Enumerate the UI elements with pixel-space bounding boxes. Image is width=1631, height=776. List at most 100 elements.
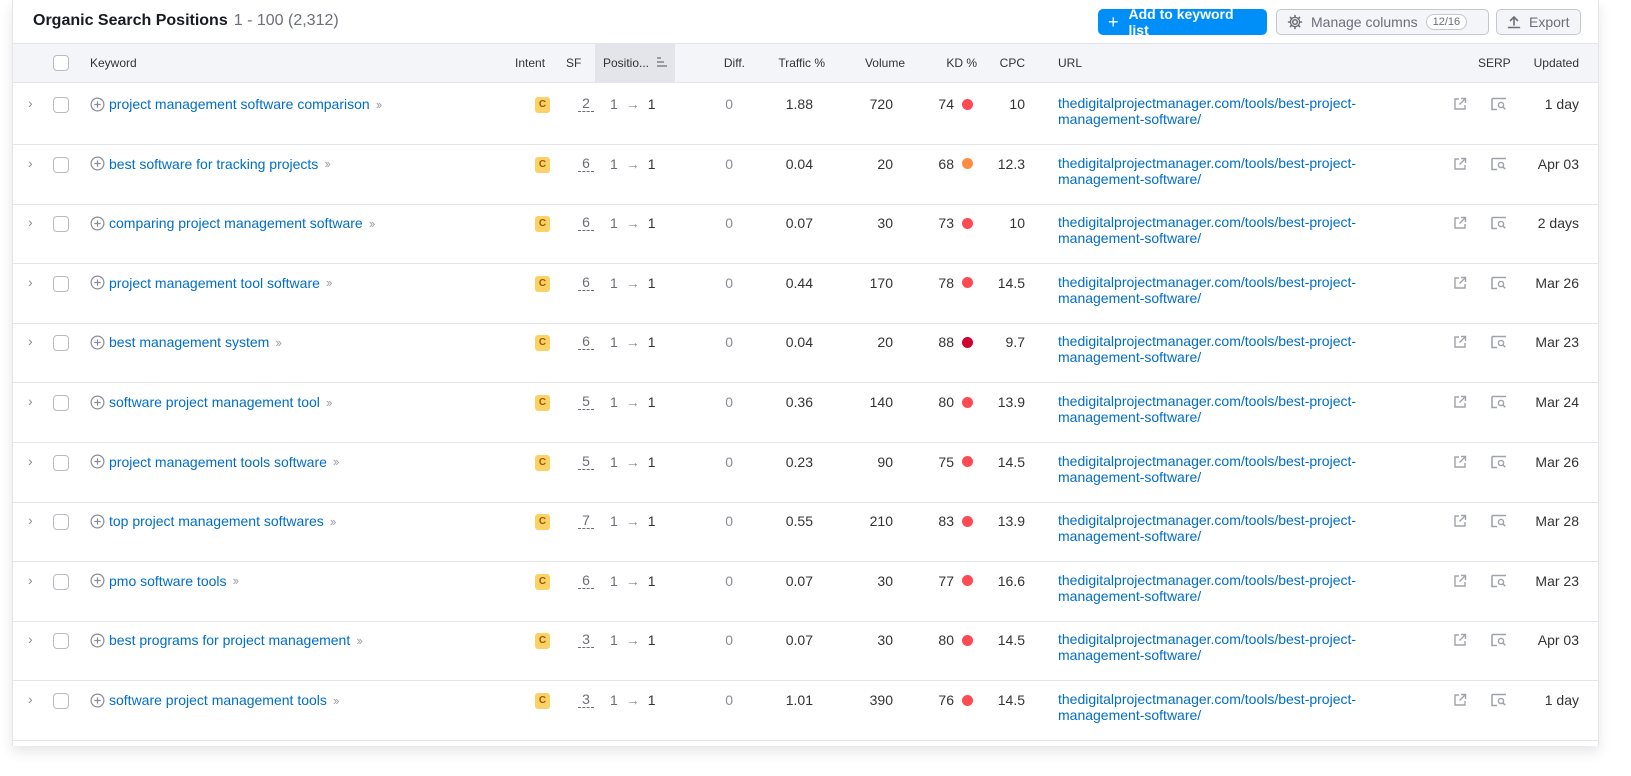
- serp-features-count[interactable]: 6: [578, 572, 594, 589]
- keyword-overview-icon[interactable]: ››: [326, 395, 333, 410]
- serp-features-count[interactable]: 6: [578, 334, 594, 351]
- col-traffic[interactable]: Traffic %: [778, 44, 825, 82]
- serp-preview-icon[interactable]: [1491, 633, 1507, 650]
- keyword-link[interactable]: project management tool software: [109, 275, 320, 291]
- keyword-link[interactable]: software project management tools: [109, 692, 327, 708]
- expand-chevron-icon[interactable]: ›: [28, 95, 33, 111]
- row-checkbox[interactable]: [53, 514, 69, 531]
- serp-preview-icon[interactable]: [1491, 276, 1507, 293]
- row-checkbox[interactable]: [53, 97, 69, 113]
- row-checkbox[interactable]: [53, 395, 69, 411]
- keyword-link[interactable]: software project management tool: [109, 394, 320, 410]
- expand-chevron-icon[interactable]: ›: [28, 393, 33, 409]
- url-link[interactable]: thedigitalprojectmanager.com/tools/best-…: [1058, 155, 1418, 187]
- url-link[interactable]: thedigitalprojectmanager.com/tools/best-…: [1058, 274, 1418, 306]
- serp-preview-icon[interactable]: [1491, 693, 1507, 710]
- url-link[interactable]: thedigitalprojectmanager.com/tools/best-…: [1058, 512, 1418, 544]
- serp-features-count[interactable]: 7: [578, 513, 594, 530]
- serp-features-count[interactable]: 5: [578, 453, 594, 470]
- col-volume[interactable]: Volume: [865, 44, 905, 82]
- external-link-icon[interactable]: [1453, 335, 1467, 352]
- add-circle-icon[interactable]: [90, 275, 105, 290]
- serp-features-count[interactable]: 2: [578, 96, 594, 112]
- external-link-icon[interactable]: [1453, 157, 1467, 174]
- external-link-icon[interactable]: [1453, 455, 1467, 472]
- add-circle-icon[interactable]: [90, 633, 105, 648]
- keyword-overview-icon[interactable]: ››: [330, 514, 337, 529]
- add-circle-icon[interactable]: [90, 573, 105, 588]
- url-link[interactable]: thedigitalprojectmanager.com/tools/best-…: [1058, 95, 1418, 127]
- external-link-icon[interactable]: [1453, 633, 1467, 650]
- serp-features-count[interactable]: 3: [578, 692, 594, 708]
- serp-features-count[interactable]: 3: [578, 632, 594, 649]
- col-keyword[interactable]: Keyword: [90, 44, 137, 82]
- row-checkbox[interactable]: [53, 216, 69, 233]
- expand-chevron-icon[interactable]: ›: [28, 274, 33, 290]
- keyword-overview-icon[interactable]: ››: [275, 335, 282, 350]
- keyword-overview-icon[interactable]: ››: [233, 573, 240, 588]
- col-intent[interactable]: Intent: [515, 44, 545, 82]
- keyword-link[interactable]: project management tools software: [109, 454, 327, 470]
- serp-preview-icon[interactable]: [1491, 157, 1507, 174]
- add-circle-icon[interactable]: [90, 454, 105, 469]
- add-circle-icon[interactable]: [90, 335, 105, 350]
- add-circle-icon[interactable]: [90, 216, 105, 231]
- col-url[interactable]: URL: [1058, 44, 1082, 82]
- keyword-link[interactable]: best software for tracking projects: [109, 156, 318, 172]
- manage-columns-button[interactable]: Manage columns 12/16: [1276, 9, 1489, 35]
- keyword-link[interactable]: top project management softwares: [109, 513, 324, 529]
- expand-chevron-icon[interactable]: ›: [28, 512, 33, 528]
- keyword-link[interactable]: project management software comparison: [109, 96, 370, 112]
- keyword-overview-icon[interactable]: ››: [369, 216, 376, 231]
- serp-preview-icon[interactable]: [1491, 216, 1507, 233]
- col-diff[interactable]: Diff.: [724, 44, 745, 82]
- col-kd[interactable]: KD %: [946, 44, 977, 82]
- external-link-icon[interactable]: [1453, 395, 1467, 412]
- expand-chevron-icon[interactable]: ›: [28, 631, 33, 647]
- add-circle-icon[interactable]: [90, 97, 105, 112]
- keyword-overview-icon[interactable]: ››: [333, 454, 340, 469]
- external-link-icon[interactable]: [1453, 514, 1467, 531]
- url-link[interactable]: thedigitalprojectmanager.com/tools/best-…: [1058, 453, 1418, 485]
- add-circle-icon[interactable]: [90, 395, 105, 410]
- col-sf[interactable]: SF: [566, 44, 581, 82]
- expand-chevron-icon[interactable]: ›: [28, 572, 33, 588]
- keyword-overview-icon[interactable]: ››: [326, 275, 333, 290]
- serp-preview-icon[interactable]: [1491, 395, 1507, 412]
- add-circle-icon[interactable]: [90, 514, 105, 529]
- external-link-icon[interactable]: [1453, 216, 1467, 233]
- keyword-link[interactable]: best programs for project management: [109, 632, 350, 648]
- expand-chevron-icon[interactable]: ›: [28, 155, 33, 171]
- url-link[interactable]: thedigitalprojectmanager.com/tools/best-…: [1058, 631, 1418, 663]
- external-link-icon[interactable]: [1453, 693, 1467, 710]
- add-circle-icon[interactable]: [90, 156, 105, 171]
- row-checkbox[interactable]: [53, 275, 69, 292]
- serp-features-count[interactable]: 6: [578, 215, 594, 232]
- url-link[interactable]: thedigitalprojectmanager.com/tools/best-…: [1058, 691, 1418, 723]
- serp-preview-icon[interactable]: [1491, 97, 1507, 114]
- export-button[interactable]: Export: [1496, 9, 1581, 35]
- keyword-overview-icon[interactable]: ››: [356, 633, 363, 648]
- row-checkbox[interactable]: [53, 454, 69, 471]
- url-link[interactable]: thedigitalprojectmanager.com/tools/best-…: [1058, 572, 1418, 604]
- add-circle-icon[interactable]: [90, 693, 105, 708]
- serp-features-count[interactable]: 6: [578, 155, 594, 172]
- keyword-overview-icon[interactable]: ››: [376, 97, 383, 112]
- expand-chevron-icon[interactable]: ›: [28, 214, 33, 230]
- keyword-link[interactable]: comparing project management software: [109, 215, 363, 231]
- serp-preview-icon[interactable]: [1491, 574, 1507, 591]
- external-link-icon[interactable]: [1453, 574, 1467, 591]
- serp-features-count[interactable]: 6: [578, 274, 594, 291]
- serp-preview-icon[interactable]: [1491, 514, 1507, 531]
- row-checkbox[interactable]: [53, 156, 69, 173]
- keyword-overview-icon[interactable]: ››: [333, 693, 340, 708]
- keyword-overview-icon[interactable]: ››: [324, 156, 331, 171]
- url-link[interactable]: thedigitalprojectmanager.com/tools/best-…: [1058, 333, 1418, 365]
- col-position[interactable]: Positio...: [595, 44, 675, 82]
- external-link-icon[interactable]: [1453, 97, 1467, 114]
- row-checkbox[interactable]: [53, 335, 69, 352]
- row-checkbox[interactable]: [53, 633, 69, 650]
- expand-chevron-icon[interactable]: ›: [28, 453, 33, 469]
- url-link[interactable]: thedigitalprojectmanager.com/tools/best-…: [1058, 214, 1418, 246]
- add-to-keyword-list-button[interactable]: + Add to keyword list: [1098, 6, 1267, 38]
